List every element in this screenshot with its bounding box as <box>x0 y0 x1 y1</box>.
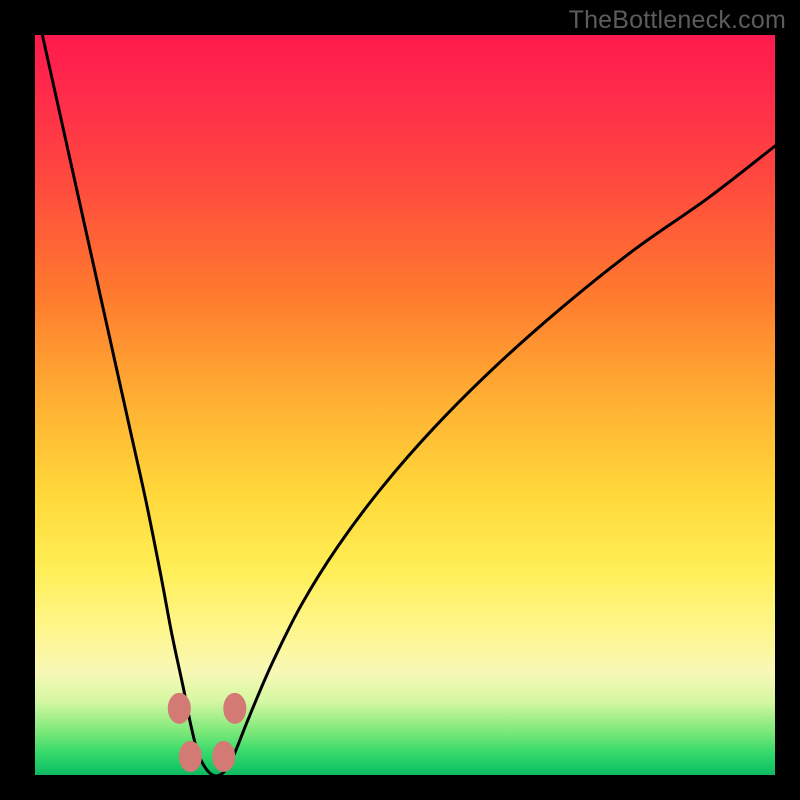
curve-marker-3 <box>224 693 246 723</box>
watermark-text: TheBottleneck.com <box>569 6 786 35</box>
plot-area <box>35 35 775 775</box>
bottleneck-curve <box>35 35 775 775</box>
bottleneck-curve-path <box>42 35 775 775</box>
curve-marker-0 <box>168 693 190 723</box>
curve-marker-2 <box>213 742 235 772</box>
chart-frame: TheBottleneck.com <box>0 0 800 800</box>
curve-marker-1 <box>179 742 201 772</box>
